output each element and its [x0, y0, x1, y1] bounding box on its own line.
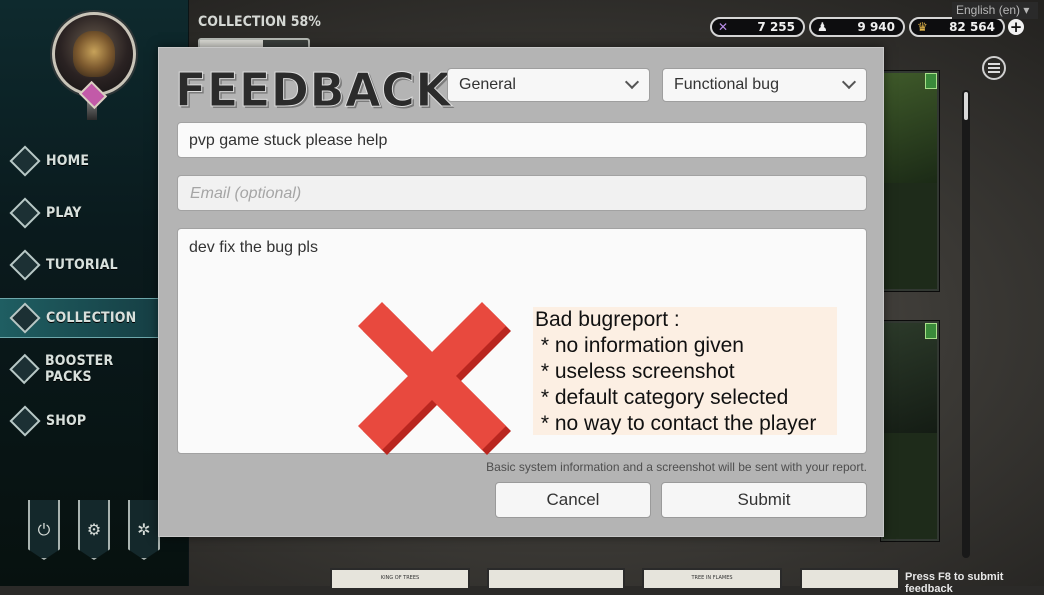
menu-icon-line: [988, 67, 1000, 69]
home-icon: [9, 145, 41, 177]
collection-card[interactable]: TREE IN FLAMES: [642, 568, 782, 590]
sidebar-item-booster-packs[interactable]: BOOSTER PACKS: [0, 350, 158, 388]
bug-type-select[interactable]: Functional bug: [662, 68, 867, 102]
tutorial-icon: [9, 249, 41, 281]
sidebar-item-label: COLLECTION: [46, 310, 137, 326]
annotation-line: * useless screenshot: [535, 360, 735, 383]
collection-progress-label: COLLECTION 58%: [198, 14, 321, 30]
collection-icon: [9, 302, 41, 334]
card-name: KING OF TREES: [380, 575, 420, 581]
currency-gold: ♛ 82 564: [909, 17, 1005, 37]
sidebar-item-label: TUTORIAL: [46, 257, 118, 273]
info-text: Basic system information and a screensho…: [486, 460, 867, 474]
power-button[interactable]: ⏻: [28, 500, 60, 560]
sidebar-item-label: PLAY: [46, 205, 82, 221]
card-cost-gem: [925, 323, 937, 339]
card-cost-gem: [925, 73, 937, 89]
card-art: [883, 73, 937, 183]
sidebar-item-label: HOME: [46, 153, 90, 169]
sidebar-item-shop[interactable]: SHOP: [0, 402, 158, 440]
menu-icon: [988, 63, 1000, 65]
sidebar-item-play[interactable]: PLAY: [0, 194, 158, 232]
menu-icon-line: [988, 71, 1000, 73]
annotation-line: * no way to contact the player: [535, 412, 817, 435]
cancel-button[interactable]: Cancel: [495, 482, 651, 518]
category-select[interactable]: General: [447, 68, 650, 102]
collection-scrollbar[interactable]: [962, 90, 970, 558]
crown-icon: ♛: [917, 20, 928, 34]
currency-battle-tokens: ✕ 7 255: [710, 17, 805, 37]
collection-card[interactable]: [800, 568, 900, 590]
category-select-value: General: [459, 76, 516, 93]
collection-card[interactable]: [487, 568, 625, 590]
sidebar-item-label: BOOSTER PACKS: [44, 353, 114, 385]
bug-icon: ✲: [137, 520, 151, 539]
collection-card[interactable]: [880, 70, 940, 292]
bug-type-select-value: Functional bug: [674, 76, 779, 93]
collection-scroll-thumb[interactable]: [964, 92, 968, 120]
language-select[interactable]: English (en) ▾: [952, 2, 1038, 19]
dialog-title: FEEDBACK: [175, 63, 452, 117]
sidebar-item-tutorial[interactable]: TUTORIAL: [0, 246, 158, 284]
currency-value: 82 564: [949, 20, 995, 34]
sidebar-item-collection[interactable]: COLLECTION: [0, 298, 158, 338]
menu-button[interactable]: [982, 56, 1006, 80]
email-input[interactable]: Email (optional): [177, 175, 867, 211]
gear-icon: ⚙: [86, 520, 102, 539]
bug-report-button[interactable]: ✲: [128, 500, 160, 560]
card-art: [883, 323, 937, 433]
crossed-swords-icon: ✕: [718, 20, 729, 34]
avatar-portrait: [73, 31, 115, 77]
collection-card[interactable]: [880, 320, 940, 542]
submit-button[interactable]: Submit: [661, 482, 867, 518]
sidebar-item-label: SHOP: [46, 413, 87, 429]
subject-input[interactable]: pvp game stuck please help: [177, 122, 867, 158]
chevron-down-icon: [841, 74, 857, 90]
chevron-down-icon: [624, 74, 640, 90]
add-currency-button[interactable]: +: [1008, 19, 1024, 35]
cross-front: [358, 302, 506, 450]
power-icon: ⏻: [37, 520, 51, 539]
annotation-line: Bad bugreport :: [535, 308, 680, 331]
play-icon: [9, 197, 41, 229]
red-cross-icon: [358, 302, 511, 455]
annotation-line: * no information given: [535, 334, 744, 357]
collection-card[interactable]: KING OF TREES: [330, 568, 470, 590]
feedback-dialog: FEEDBACK General Functional bug pvp game…: [158, 47, 884, 537]
settings-button[interactable]: ⚙: [78, 500, 110, 560]
feedback-hint: Press F8 to submit feedback: [905, 571, 1004, 595]
sidebar-item-home[interactable]: HOME: [0, 142, 158, 180]
currency-value: 9 940: [857, 20, 895, 34]
booster-pack-icon: [9, 353, 40, 385]
annotation-note: Bad bugreport : * no information given *…: [533, 307, 837, 435]
shop-icon: [9, 405, 41, 437]
currency-value: 7 255: [757, 20, 795, 34]
red-cross-shape: [358, 302, 511, 455]
card-name: TREE IN FLAMES: [691, 575, 733, 581]
currency-shards: ♟ 9 940: [809, 17, 905, 37]
hooded-figure-icon: ♟: [817, 20, 828, 34]
annotation-line: * default category selected: [535, 386, 789, 409]
